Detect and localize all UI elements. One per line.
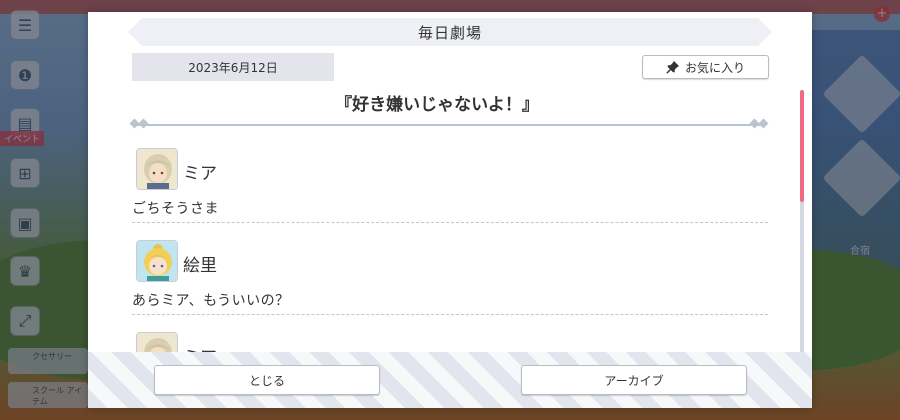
divider-diamond-icon — [758, 118, 769, 129]
pin-icon — [666, 60, 680, 74]
title-divider — [129, 118, 769, 129]
speaker-name: 絵里 — [183, 256, 217, 276]
speaker-name: ミア — [183, 164, 217, 184]
episode-date: 2023年6月12日 — [132, 53, 334, 81]
favorite-button[interactable]: お気に入り — [642, 55, 769, 79]
dialogue-item: 絵里 あらミア、もういいの？ — [128, 232, 768, 324]
scrollbar[interactable] — [800, 90, 804, 360]
dialogue-item: ミア ごちそうさま — [128, 140, 768, 232]
mia-avatar — [136, 148, 178, 190]
dialogue-text: ごちそうさま — [132, 201, 219, 217]
close-button[interactable]: とじる — [154, 365, 380, 395]
dialog-footer: とじる アーカイブ — [88, 352, 812, 408]
dialogue-divider — [132, 222, 768, 223]
dialogue-divider — [132, 314, 768, 315]
daily-theater-dialog: 毎日劇場 2023年6月12日 お気に入り 『好き嫌いじゃないよ！』 ミア ごち… — [88, 12, 812, 408]
dialogue-text: あらミア、もういいの？ — [132, 293, 290, 309]
divider-diamond-icon — [138, 118, 149, 129]
eli-avatar — [136, 240, 178, 282]
archive-button[interactable]: アーカイブ — [521, 365, 747, 395]
dialog-title: 毎日劇場 — [128, 18, 772, 46]
dialogue-list[interactable]: ミア ごちそうさま 絵里 あらミア、もういいの？ — [128, 140, 768, 368]
episode-title: 『好き嫌いじゃないよ！』 — [335, 95, 539, 115]
scrollbar-thumb[interactable] — [800, 90, 804, 202]
favorite-label: お気に入り — [684, 60, 745, 75]
